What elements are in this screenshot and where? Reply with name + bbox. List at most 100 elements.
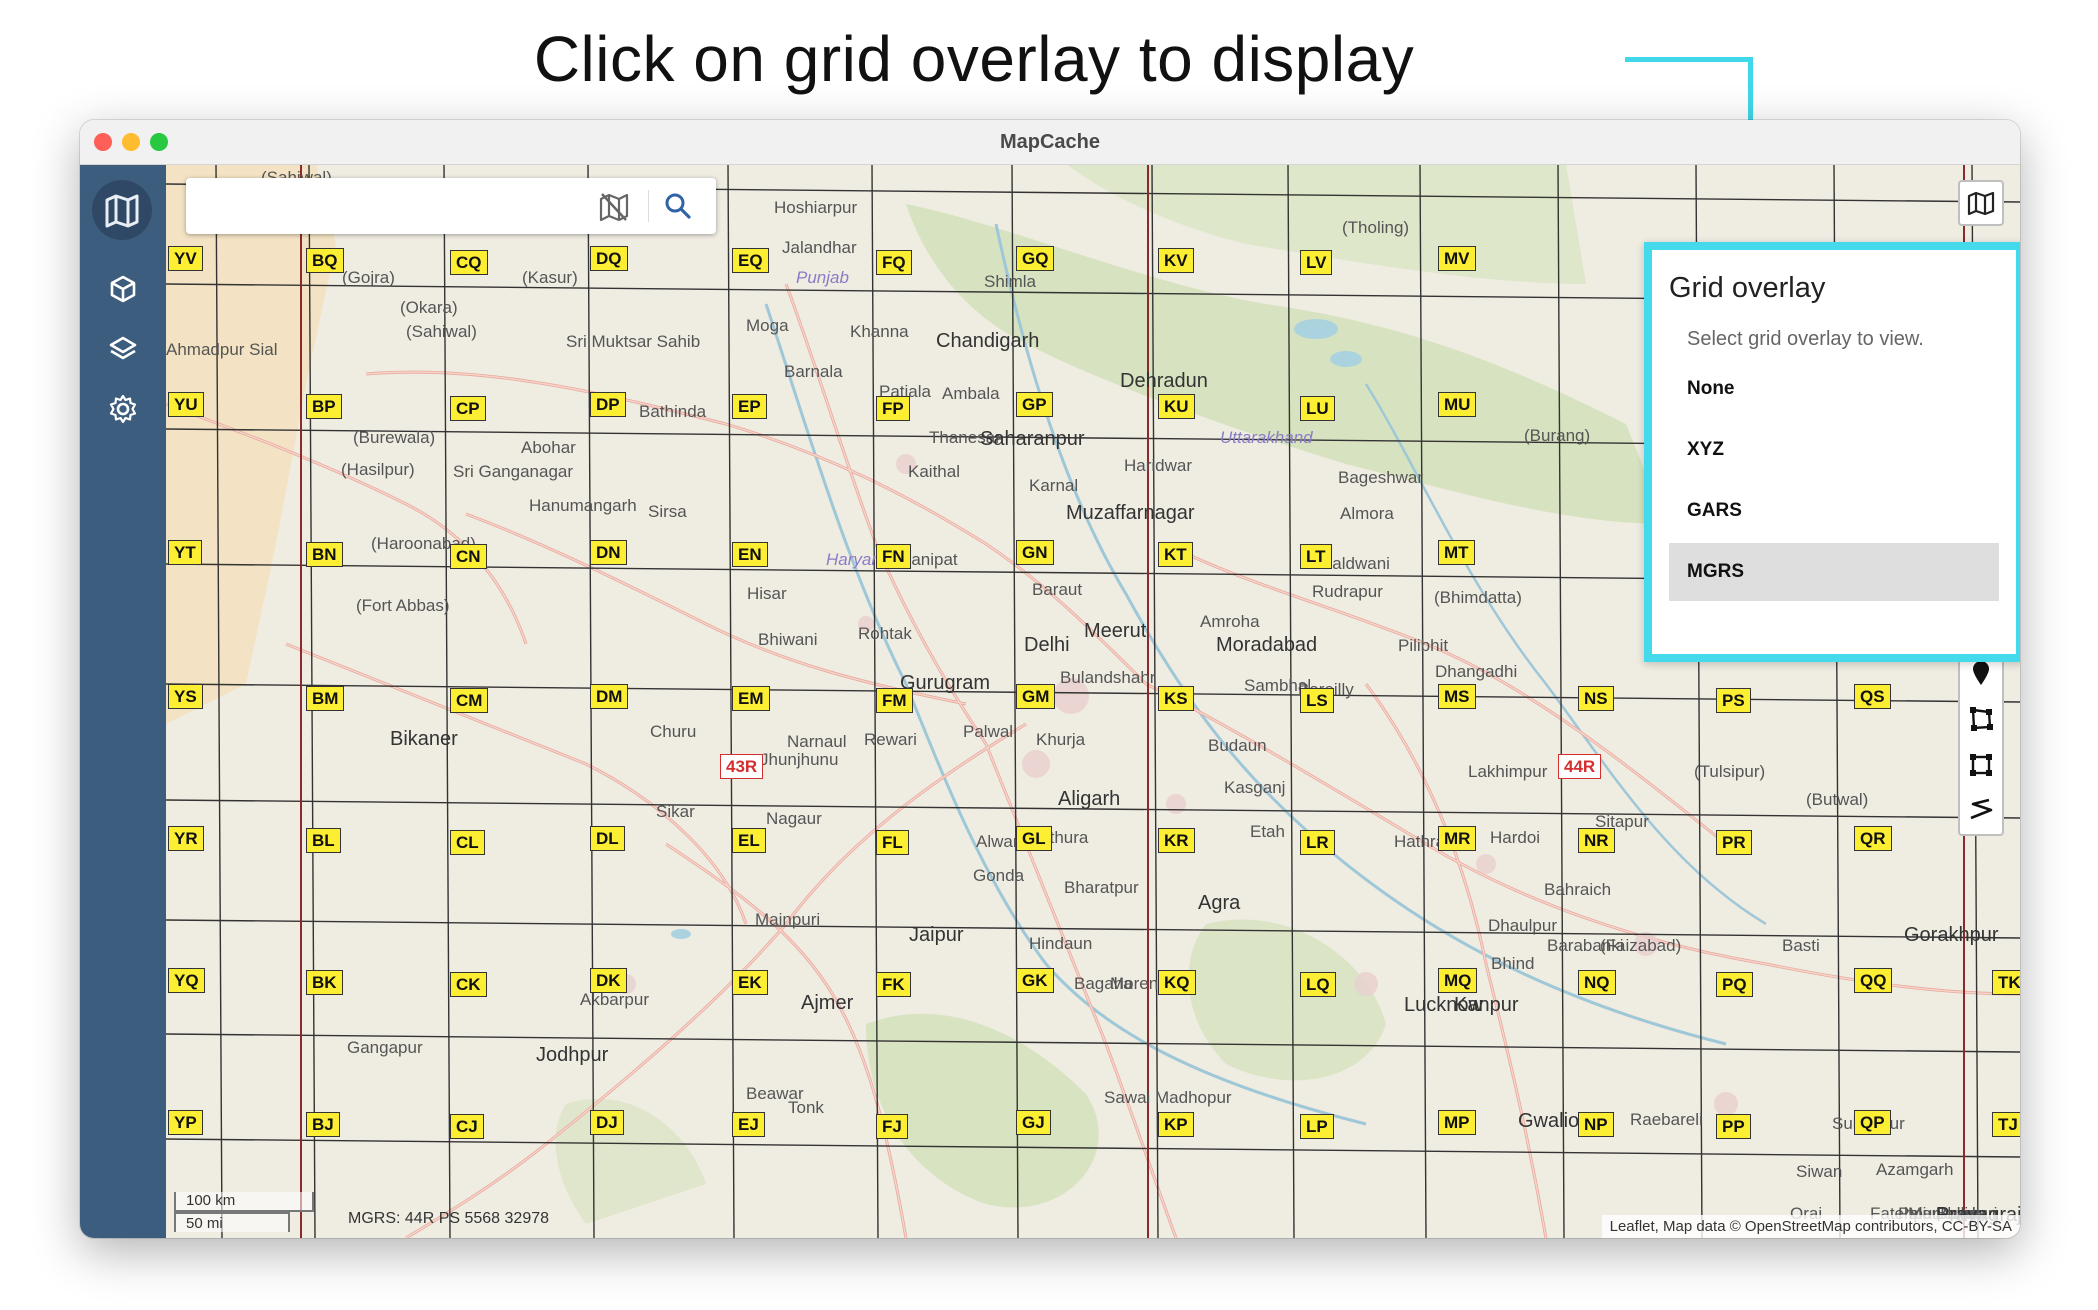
grid-square-label: MR <box>1438 826 1477 851</box>
grid-square-label: YU <box>168 392 204 417</box>
place-label: Gurugram <box>900 672 991 694</box>
grid-square-label: CK <box>450 972 487 997</box>
grid-square-label: KV <box>1158 248 1194 273</box>
grid-square-label: FM <box>876 688 913 713</box>
place-label: Abohar <box>521 438 576 457</box>
draw-rectangle-icon[interactable] <box>1960 742 2002 788</box>
grid-square-label: QP <box>1854 1110 1891 1135</box>
grid-square-label: CQ <box>450 250 488 275</box>
place-label: Ahmadpur Sial <box>166 340 278 359</box>
grid-square-label: CN <box>450 544 487 569</box>
search-bar <box>186 178 716 234</box>
grid-option-gars[interactable]: GARS <box>1669 482 1999 540</box>
utm-zone-label: 43R <box>720 754 764 779</box>
place-label: Chandigarh <box>936 330 1040 352</box>
place-label: Sawai Madhopur <box>1104 1088 1232 1107</box>
place-label: Rudrapur <box>1312 582 1383 601</box>
basemap-button[interactable] <box>1958 180 2004 226</box>
grid-square-label: PQ <box>1716 972 1753 997</box>
grid-square-label: DP <box>590 392 626 417</box>
grid-square-label: FJ <box>876 1114 908 1139</box>
place-label: Dhaulpur <box>1488 916 1557 935</box>
place-label: Amroha <box>1200 612 1260 631</box>
grid-square-label: NS <box>1578 686 1614 711</box>
place-label: (Faizabad) <box>1600 936 1682 955</box>
map-attribution[interactable]: Leaflet, Map data © OpenStreetMap contri… <box>1601 1215 2020 1238</box>
place-label: Narnaul <box>787 732 847 751</box>
cube-icon[interactable] <box>108 274 138 304</box>
grid-square-label: YV <box>168 246 203 271</box>
place-label: Bahraich <box>1544 880 1612 899</box>
place-label: Bharatpur <box>1064 878 1139 897</box>
grid-overlay-title: Grid overlay <box>1669 272 1826 304</box>
grid-square-label: LV <box>1300 250 1333 275</box>
no-map-icon[interactable] <box>598 192 630 227</box>
place-label: Moradabad <box>1216 634 1318 656</box>
grid-option-xyz[interactable]: XYZ <box>1669 421 1999 479</box>
map-canvas[interactable]: (Sahiwal) Hoshiarpur Jalandhar Punjab Shimla… <box>166 164 2020 1238</box>
grid-square-label: KR <box>1158 828 1195 853</box>
grid-square-label: YP <box>168 1110 203 1135</box>
place-label: Ajmer <box>801 992 854 1014</box>
place-label: Kanpur <box>1454 994 1519 1016</box>
place-label: Bulandshahr <box>1060 668 1156 687</box>
place-label: Churu <box>650 722 697 741</box>
grid-overlay-subtitle: Select grid overlay to view. <box>1687 328 1924 350</box>
place-label: Gangapur <box>347 1038 423 1057</box>
place-label: Barnala <box>784 362 843 381</box>
sidebar <box>80 164 166 1238</box>
grid-square-label: BL <box>306 828 341 853</box>
layers-icon[interactable] <box>108 334 138 364</box>
grid-square-label: NR <box>1578 828 1615 853</box>
grid-square-label: NQ <box>1578 970 1616 995</box>
place-label: (Butwal) <box>1806 790 1869 809</box>
grid-square-label: BJ <box>306 1112 340 1137</box>
place-label: (Sahiwal) <box>406 322 477 341</box>
grid-overlay-panel: Grid overlay Select grid overlay to view… <box>1644 242 2020 662</box>
place-label: (Okara) <box>400 298 458 317</box>
place-label: (Fort Abbas) <box>356 596 450 615</box>
grid-option-none[interactable]: None <box>1669 360 1999 418</box>
draw-polygon-icon[interactable] <box>1960 696 2002 742</box>
grid-square-label: LQ <box>1300 972 1336 997</box>
callout-line <box>1625 57 1753 62</box>
grid-square-label: YQ <box>168 968 205 993</box>
grid-square-label: KT <box>1158 542 1193 567</box>
grid-square-label: PR <box>1716 830 1752 855</box>
place-label: Lakhimpur <box>1468 762 1548 781</box>
map-logo-icon[interactable] <box>92 180 152 240</box>
place-label: Moga <box>746 316 789 335</box>
place-label: Dhangadhi <box>1435 662 1518 681</box>
place-label: Siwan <box>1796 1162 1843 1181</box>
grid-square-label: TK <box>1992 970 2020 995</box>
place-label: Haridwar <box>1124 456 1193 475</box>
app-window: MapCache (Sahiwal) Hoshiarpur Jalandhar Pun… <box>80 120 2020 1238</box>
draw-toolbar <box>1958 648 2004 836</box>
scale-mi: 50 mi <box>174 1212 290 1232</box>
grid-square-label: CP <box>450 396 486 421</box>
grid-square-label: BM <box>306 686 345 711</box>
place-label: Hindaun <box>1029 934 1093 953</box>
place-label: Baraut <box>1032 580 1083 599</box>
place-label: Bhiwani <box>758 630 818 649</box>
grid-square-label: FL <box>876 830 909 855</box>
search-icon[interactable] <box>664 192 692 225</box>
draw-polyline-icon[interactable] <box>1960 788 2002 834</box>
grid-square-label: EQ <box>732 248 769 273</box>
grid-square-label: FK <box>876 972 911 997</box>
grid-square-label: BQ <box>306 248 344 273</box>
place-label: Hoshiarpur <box>774 198 858 217</box>
grid-square-label: QS <box>1854 684 1891 709</box>
place-label: Bikaner <box>390 728 458 750</box>
place-label: Hardoi <box>1490 828 1541 847</box>
grid-square-label: KU <box>1158 394 1195 419</box>
grid-square-label: DN <box>590 540 627 565</box>
grid-square-label: EK <box>732 970 768 995</box>
search-input[interactable] <box>200 188 594 226</box>
gear-icon[interactable] <box>108 394 138 424</box>
grid-option-mgrs[interactable]: MGRS <box>1669 543 1999 601</box>
grid-square-label: LP <box>1300 1114 1334 1139</box>
place-label: Muzaffarnagar <box>1066 502 1195 524</box>
place-label: Shimla <box>984 272 1036 291</box>
grid-square-label: GQ <box>1016 246 1055 271</box>
